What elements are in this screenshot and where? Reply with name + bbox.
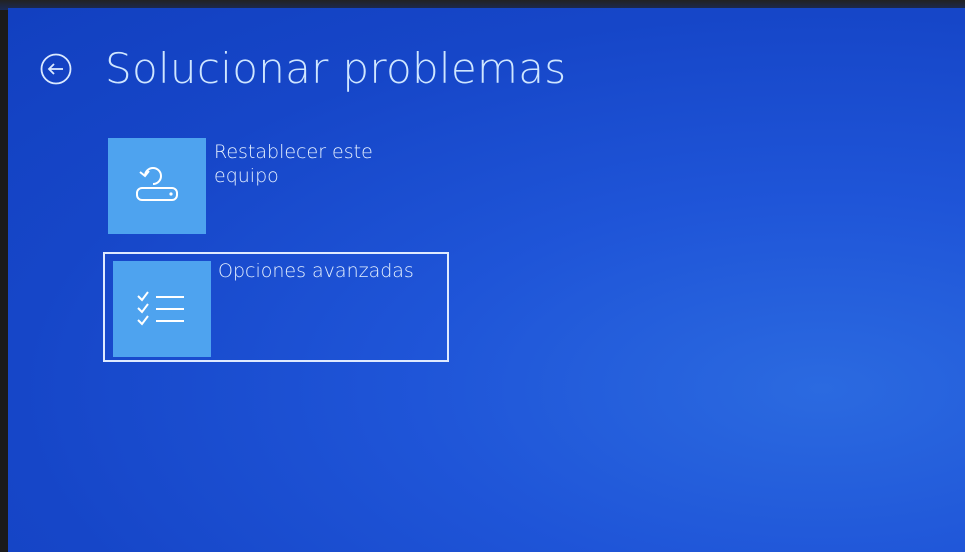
checklist-icon	[134, 286, 190, 332]
reset-pc-tile	[108, 138, 206, 234]
recovery-screen: Solucionar problemas Restablecer este eq…	[8, 8, 965, 552]
reset-pc-label: Restablecer este equipo	[214, 141, 373, 187]
reset-pc-option[interactable]: Restablecer este equipo	[108, 138, 408, 236]
advanced-options-label: Opciones avanzadas	[218, 260, 414, 282]
back-arrow-circle-icon	[39, 52, 73, 86]
back-button[interactable]	[39, 52, 73, 86]
advanced-options-tile	[113, 261, 211, 357]
page-title: Solucionar problemas	[105, 44, 567, 93]
reset-pc-icon	[131, 160, 183, 212]
advanced-options-option[interactable]: Opciones avanzadas	[103, 252, 449, 362]
